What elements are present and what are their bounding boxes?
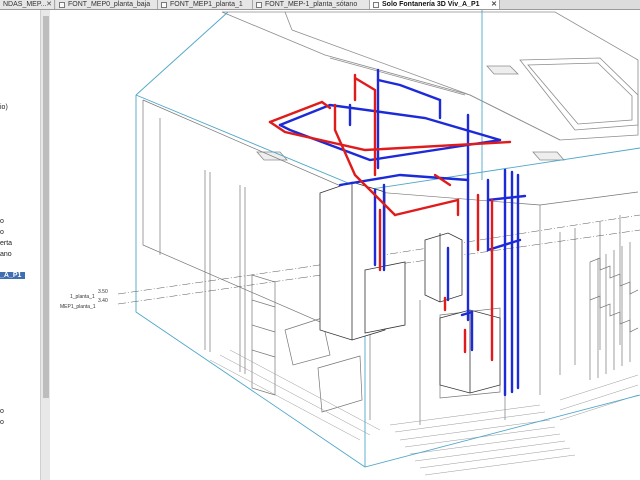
browser-item[interactable]: io) [0, 104, 8, 111]
tab-label: FONT_MEP0_planta_baja [68, 1, 151, 8]
browser-item[interactable]: erta [0, 240, 12, 247]
close-icon[interactable]: ✕ [491, 0, 497, 9]
equipment [319, 181, 501, 394]
tab-label: Solo Fontanería 3D Viv_A_P1 [382, 1, 480, 8]
3d-view-icon [373, 1, 379, 8]
water-heater [424, 232, 463, 303]
browser-item[interactable]: o [0, 419, 4, 426]
browser-item[interactable]: o [0, 408, 4, 415]
tab-solo-fontaneria-3d[interactable]: Solo Fontanería 3D Viv_A_P1 ✕ [370, 0, 500, 9]
tab-font-mep1-planta-1[interactable]: FONT_MEP1_planta_1 [158, 0, 253, 9]
browser-item[interactable]: ano [0, 251, 12, 258]
project-browser: io) o o erta ano _A_P1 o o [0, 10, 40, 480]
tab-label: FONT_MEP-1_planta_sótano [265, 1, 358, 8]
scroll-thumb[interactable] [43, 16, 49, 398]
floor-plan-icon [161, 1, 167, 8]
tab-font-mep0-planta-baja[interactable]: FONT_MEP0_planta_baja [56, 0, 158, 9]
tab-ndas-mep[interactable]: NDAS_MEP... ✕ [0, 0, 55, 9]
3d-viewport[interactable]: 1_planta_1 3.50 MEP1_planta_1 3.40 [50, 10, 640, 480]
level-value-lower: 3.40 [98, 298, 108, 304]
browser-item[interactable]: o [0, 218, 4, 225]
browser-item-selected[interactable]: _A_P1 [0, 272, 26, 279]
browser-item[interactable]: o [0, 229, 4, 236]
level-label-upper: 1_planta_1 [70, 294, 95, 300]
3d-model-drawing: 1_planta_1 3.50 MEP1_planta_1 3.40 [60, 10, 640, 476]
browser-scrollbar[interactable] [40, 10, 50, 480]
tab-label: NDAS_MEP... [3, 1, 47, 8]
level-label-lower: MEP1_planta_1 [60, 304, 96, 310]
floor-plan-icon [256, 1, 262, 8]
view-tab-strip: NDAS_MEP... ✕ FONT_MEP0_planta_baja FONT… [0, 0, 640, 10]
tab-font-mep-1-planta-sotano[interactable]: FONT_MEP-1_planta_sótano [253, 0, 370, 9]
level-value-upper: 3.50 [98, 289, 108, 295]
roof-slab [221, 11, 639, 161]
close-icon[interactable]: ✕ [46, 0, 52, 9]
floor-plan-icon [59, 1, 65, 8]
tab-label: FONT_MEP1_planta_1 [170, 1, 243, 8]
